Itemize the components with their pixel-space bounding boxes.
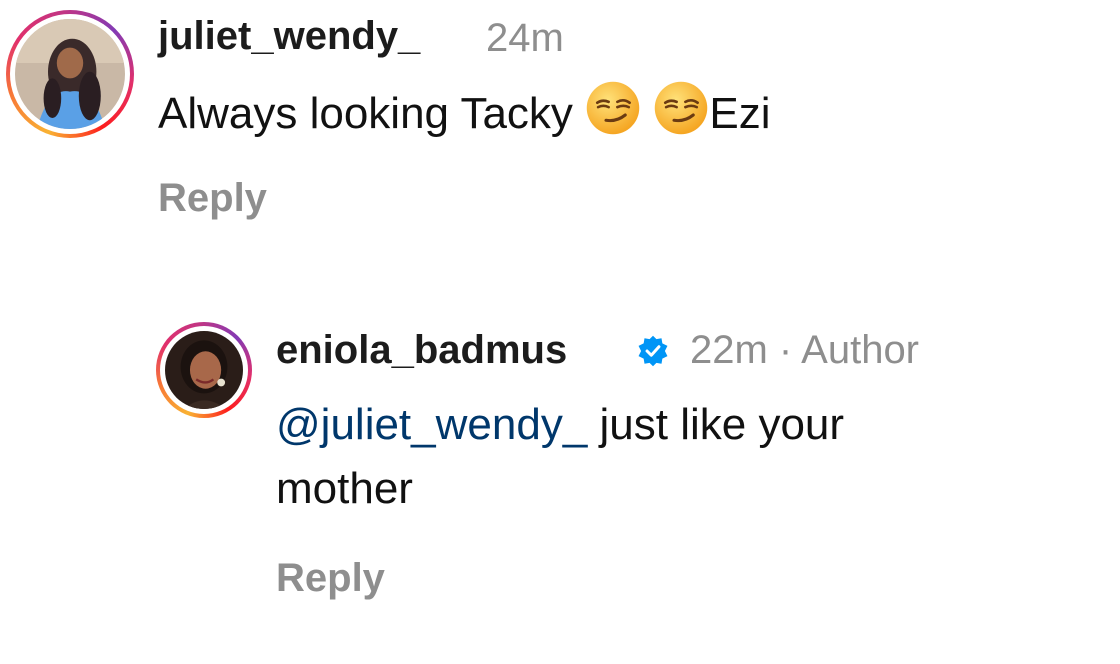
comment-text-line2: mother: [276, 464, 413, 513]
comment-text-body: Always looking Tacky: [158, 89, 586, 138]
reply-button[interactable]: Reply: [158, 176, 267, 221]
avatar-eniola-badmus[interactable]: [165, 331, 243, 409]
smirking-face-icon: [655, 81, 708, 135]
avatar-story-ring[interactable]: [6, 10, 134, 138]
avatar-story-ring[interactable]: [156, 322, 252, 418]
avatar-juliet-wendy[interactable]: [15, 19, 125, 129]
comment-text-body: just like your: [587, 400, 845, 449]
mention-link[interactable]: @juliet_wendy_: [276, 400, 587, 449]
comment-timestamp: 24m: [486, 16, 564, 60]
comment-text-tail: Ezi: [709, 89, 771, 138]
avatar-image: [165, 331, 243, 409]
comment-timestamp: 22m · Author: [690, 328, 920, 372]
verified-badge-icon: [638, 335, 668, 367]
comment-text: Always looking Tacky Ezi: [158, 80, 771, 145]
avatar-gap: [160, 326, 248, 414]
avatar-image: [15, 19, 125, 129]
smirking-face-icon: [586, 81, 640, 135]
comment-text-continued: mother: [276, 458, 413, 520]
reply-button[interactable]: Reply: [276, 556, 385, 601]
comment-text: @juliet_wendy_ just like your: [276, 394, 844, 456]
comment-username[interactable]: eniola_badmus: [276, 328, 567, 373]
comment-username[interactable]: juliet_wendy_: [158, 14, 420, 59]
avatar-gap: [10, 14, 130, 134]
